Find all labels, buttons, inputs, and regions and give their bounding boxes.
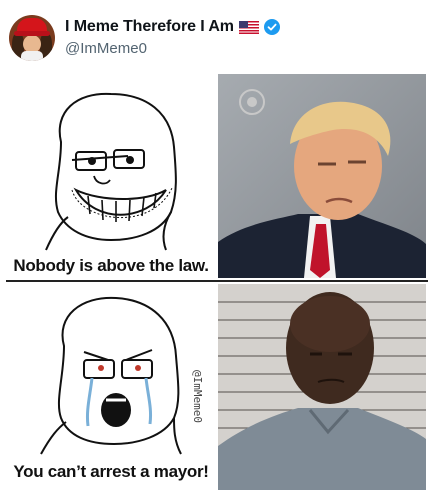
smiling-wojak-drawing — [6, 72, 216, 252]
verified-badge-icon — [263, 19, 280, 35]
mugshot-photo-bottom — [218, 284, 426, 490]
watermark: @ImMeme0 — [191, 370, 204, 423]
display-name[interactable]: I Meme Therefore I Am — [65, 18, 234, 36]
panel-divider — [6, 280, 428, 282]
meme-image[interactable]: Nobody is above the law. You can’t arres… — [6, 72, 428, 492]
mugshot-photo-top — [218, 74, 426, 278]
post-header: I Meme Therefore I Am @ImMeme0 — [0, 0, 434, 70]
crying-wojak-drawing — [6, 286, 216, 456]
author-handle[interactable]: @ImMeme0 — [65, 40, 147, 57]
author-name-row[interactable]: I Meme Therefore I Am — [65, 18, 280, 36]
top-caption: Nobody is above the law. — [13, 256, 209, 275]
us-flag-icon — [238, 20, 259, 34]
avatar[interactable] — [9, 15, 55, 61]
bottom-caption: You can’t arrest a mayor! — [13, 462, 209, 481]
